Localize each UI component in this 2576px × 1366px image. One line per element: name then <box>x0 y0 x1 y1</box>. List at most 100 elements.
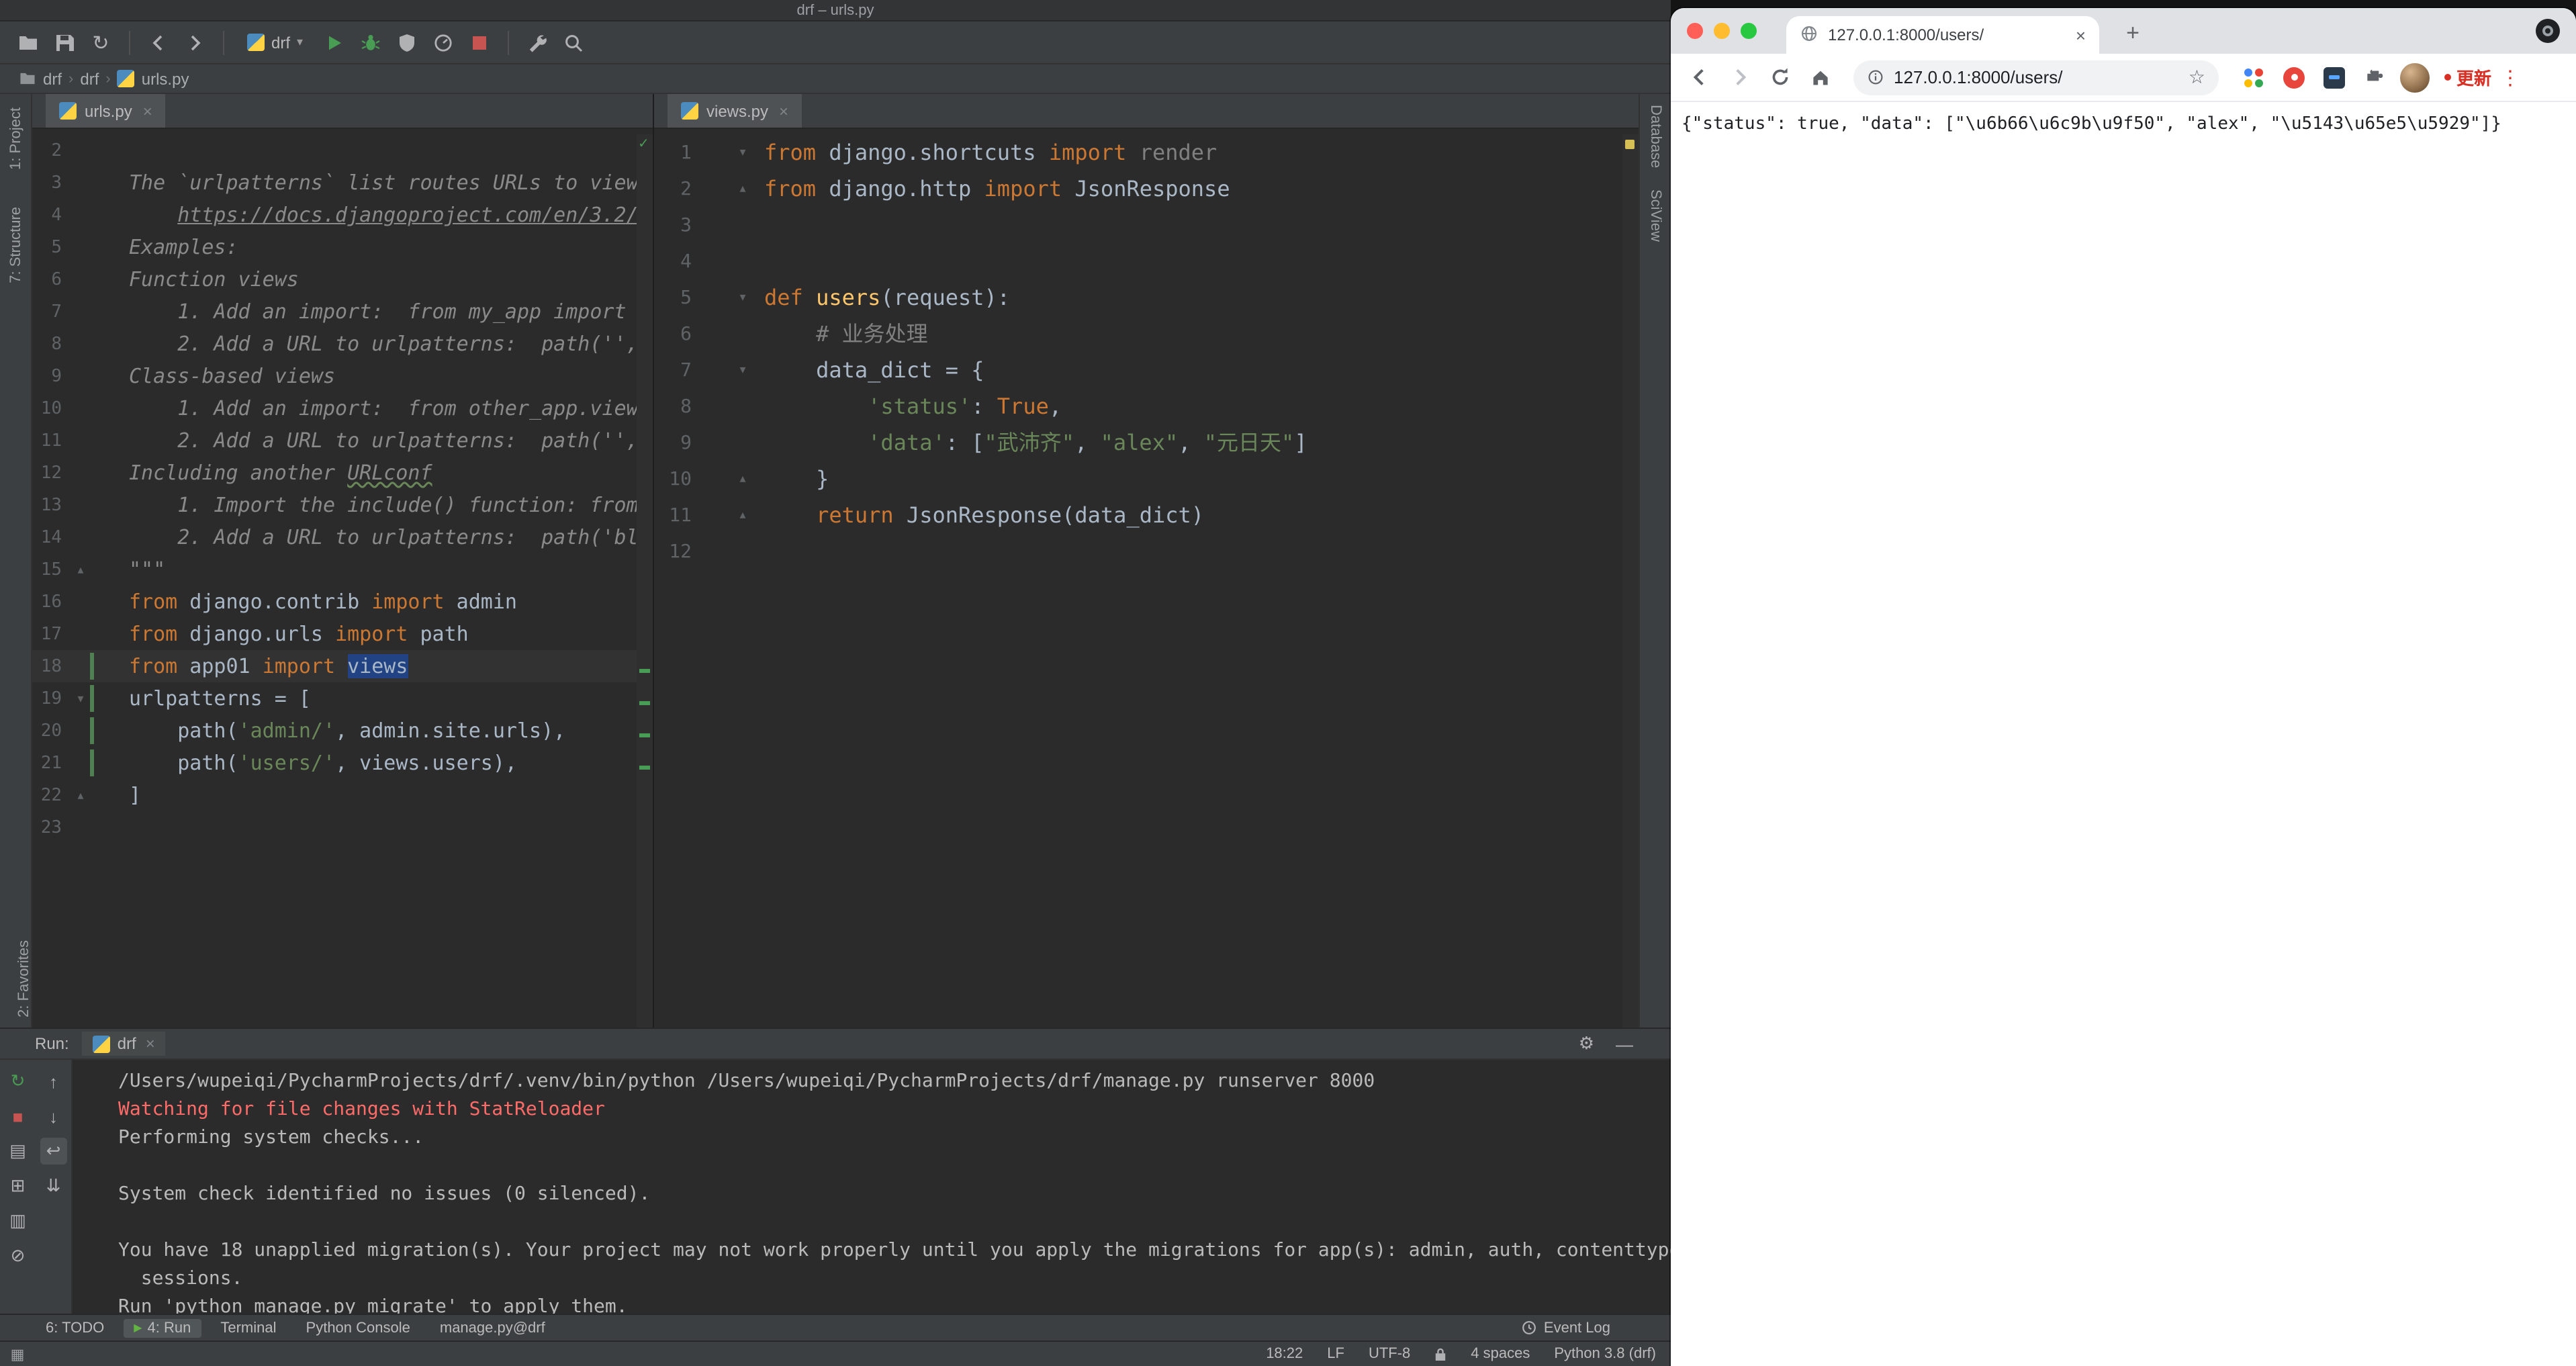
code-line[interactable]: The `urlpatterns` list routes URLs to vi… <box>129 167 637 199</box>
code-line[interactable]: from django.contrib import admin <box>129 586 637 618</box>
sidebar-item-favorites[interactable]: 2: Favorites <box>15 940 32 1017</box>
forward-icon[interactable] <box>1722 60 1757 95</box>
scroll-to-end-icon[interactable]: ⇊ <box>40 1173 67 1199</box>
toolwindow-switcher-icon[interactable]: ▦ <box>5 1345 30 1363</box>
sidebar-item-sciview[interactable]: SciView <box>1647 189 1663 242</box>
kebab-menu-icon[interactable]: ⋮ <box>2499 65 2521 89</box>
toolwindow-manage-py[interactable]: manage.py@drf <box>429 1318 556 1337</box>
code-line[interactable] <box>129 134 637 167</box>
debug-button[interactable] <box>355 28 385 57</box>
code-line[interactable] <box>764 243 1622 279</box>
code-line[interactable]: """ <box>129 553 637 586</box>
stop-button[interactable] <box>464 28 494 57</box>
code-line[interactable]: def users(request): <box>764 279 1622 316</box>
code-line[interactable]: Examples: <box>129 231 637 263</box>
url-text[interactable]: 127.0.0.1:8000/users/ <box>1894 67 2179 87</box>
run-console[interactable]: /Users/wupeiqi/PycharmProjects/drf/.venv… <box>73 1060 1671 1314</box>
minimize-window-button[interactable] <box>1714 23 1730 39</box>
fold-marker-icon[interactable]: ▾ <box>735 145 751 160</box>
code-line[interactable]: 1. Import the include() function: from d… <box>129 489 637 521</box>
code-line[interactable]: return JsonResponse(data_dict) <box>764 497 1622 533</box>
lock-icon[interactable] <box>1434 1347 1446 1361</box>
toolwindow-todo[interactable]: 6: TODO <box>35 1318 115 1337</box>
close-tab-icon[interactable]: × <box>2076 25 2086 45</box>
event-log-button[interactable]: Event Log <box>1544 1320 1610 1336</box>
editor-code[interactable]: from django.shortcuts import renderfrom … <box>756 134 1622 1028</box>
toolwindow-terminal[interactable]: Terminal <box>210 1318 287 1337</box>
scroll-down-icon[interactable]: ↓ <box>40 1103 67 1130</box>
interpreter-setting[interactable]: Python 3.8 (drf) <box>1554 1346 1656 1362</box>
code-line[interactable]: 2. Add a URL to urlpatterns: path('', vi… <box>129 328 637 360</box>
breadcrumb-item[interactable]: drf <box>80 69 99 88</box>
stop-button[interactable]: ■ <box>5 1103 32 1130</box>
zoom-window-button[interactable] <box>1741 23 1757 39</box>
close-window-button[interactable] <box>1687 23 1703 39</box>
code-line[interactable]: path('admin/', admin.site.urls), <box>129 715 637 747</box>
hide-panel-icon[interactable]: — <box>1616 1034 1633 1054</box>
code-line[interactable]: } <box>764 461 1622 497</box>
fold-marker-icon[interactable]: ▴ <box>735 181 751 196</box>
code-line[interactable]: from app01 import views <box>94 650 637 682</box>
clear-console-icon[interactable]: ⊘ <box>5 1242 32 1269</box>
code-line[interactable]: data_dict = { <box>764 352 1622 388</box>
editor-code[interactable]: The `urlpatterns` list routes URLs to vi… <box>94 134 637 1028</box>
toolwindow-python-console[interactable]: Python Console <box>295 1318 421 1337</box>
code-line[interactable]: Function views <box>129 263 637 295</box>
open-folder-icon[interactable] <box>13 28 43 57</box>
code-line[interactable]: 'status': True, <box>764 388 1622 424</box>
reload-icon[interactable] <box>1762 60 1797 95</box>
home-icon[interactable] <box>1802 60 1837 95</box>
breadcrumb-item[interactable]: drf <box>43 69 62 88</box>
code-line[interactable]: 'data': ["武沛齐", "alex", "元日天"] <box>764 424 1622 461</box>
close-icon[interactable]: × <box>146 1034 155 1053</box>
indent-setting[interactable]: 4 spaces <box>1471 1346 1530 1362</box>
sidebar-item-database[interactable]: Database <box>1647 105 1663 168</box>
site-info-icon[interactable] <box>1867 69 1884 86</box>
code-line[interactable]: Including another URLconf <box>129 457 637 489</box>
fold-marker-icon[interactable]: ▾ <box>73 691 89 706</box>
fold-marker-icon[interactable]: ▾ <box>735 290 751 305</box>
code-line[interactable]: # 业务处理 <box>764 316 1622 352</box>
adblock-extension-icon[interactable] <box>2278 61 2310 93</box>
fold-marker-icon[interactable]: ▾ <box>735 363 751 377</box>
profiler-button[interactable] <box>428 28 457 57</box>
code-line[interactable] <box>764 207 1622 243</box>
puzzle-extensions-icon[interactable] <box>2358 61 2391 93</box>
code-line[interactable]: Class-based views <box>129 360 637 392</box>
code-line[interactable]: 2. Add a URL to urlpatterns: path('blog/… <box>129 521 637 553</box>
tab-urls-py[interactable]: urls.py × <box>46 94 166 128</box>
fold-marker-icon[interactable]: ▴ <box>73 788 89 803</box>
print-icon[interactable]: ▥ <box>5 1208 32 1234</box>
search-icon[interactable] <box>558 28 588 57</box>
tab-views-py[interactable]: views.py × <box>668 94 802 128</box>
run-config-selector[interactable]: drf ▾ <box>238 30 312 54</box>
file-encoding[interactable]: UTF-8 <box>1369 1346 1410 1362</box>
apps-grid-icon[interactable] <box>2238 61 2270 93</box>
code-line[interactable]: path('users/', views.users), <box>129 747 637 779</box>
save-icon[interactable] <box>50 28 79 57</box>
media-controls-icon[interactable] <box>2536 19 2560 43</box>
gear-icon[interactable]: ⚙ <box>1579 1033 1594 1054</box>
inspection-stripe[interactable]: ✓ <box>637 134 653 1028</box>
wrench-icon[interactable] <box>522 28 551 57</box>
address-bar[interactable]: 127.0.0.1:8000/users/ ☆ <box>1853 60 2219 95</box>
bookmark-star-icon[interactable]: ☆ <box>2189 66 2205 89</box>
edit-config-icon[interactable]: ⊞ <box>5 1173 32 1199</box>
inspection-stripe[interactable] <box>1622 134 1639 1028</box>
back-icon[interactable] <box>1682 60 1716 95</box>
browser-tab[interactable]: 127.0.0.1:8000/users/ × <box>1786 16 2099 54</box>
back-icon[interactable] <box>144 28 173 57</box>
code-line[interactable]: ] <box>129 779 637 811</box>
close-icon[interactable]: × <box>143 101 152 120</box>
sidebar-item-project[interactable]: 1: Project <box>7 107 24 170</box>
code-line[interactable] <box>129 811 637 844</box>
code-line[interactable]: 1. Add an import: from other_app.views i… <box>129 392 637 424</box>
code-line[interactable]: from django.shortcuts import render <box>764 134 1622 171</box>
scroll-up-icon[interactable]: ↑ <box>40 1068 67 1095</box>
code-line[interactable]: from django.http import JsonResponse <box>764 171 1622 207</box>
caret-position[interactable]: 18:22 <box>1266 1346 1303 1362</box>
avatar[interactable] <box>2399 61 2431 93</box>
sync-icon[interactable]: ↻ <box>86 28 116 57</box>
code-line[interactable]: urlpatterns = [ <box>129 682 637 715</box>
code-line[interactable]: from django.urls import path <box>129 618 637 650</box>
